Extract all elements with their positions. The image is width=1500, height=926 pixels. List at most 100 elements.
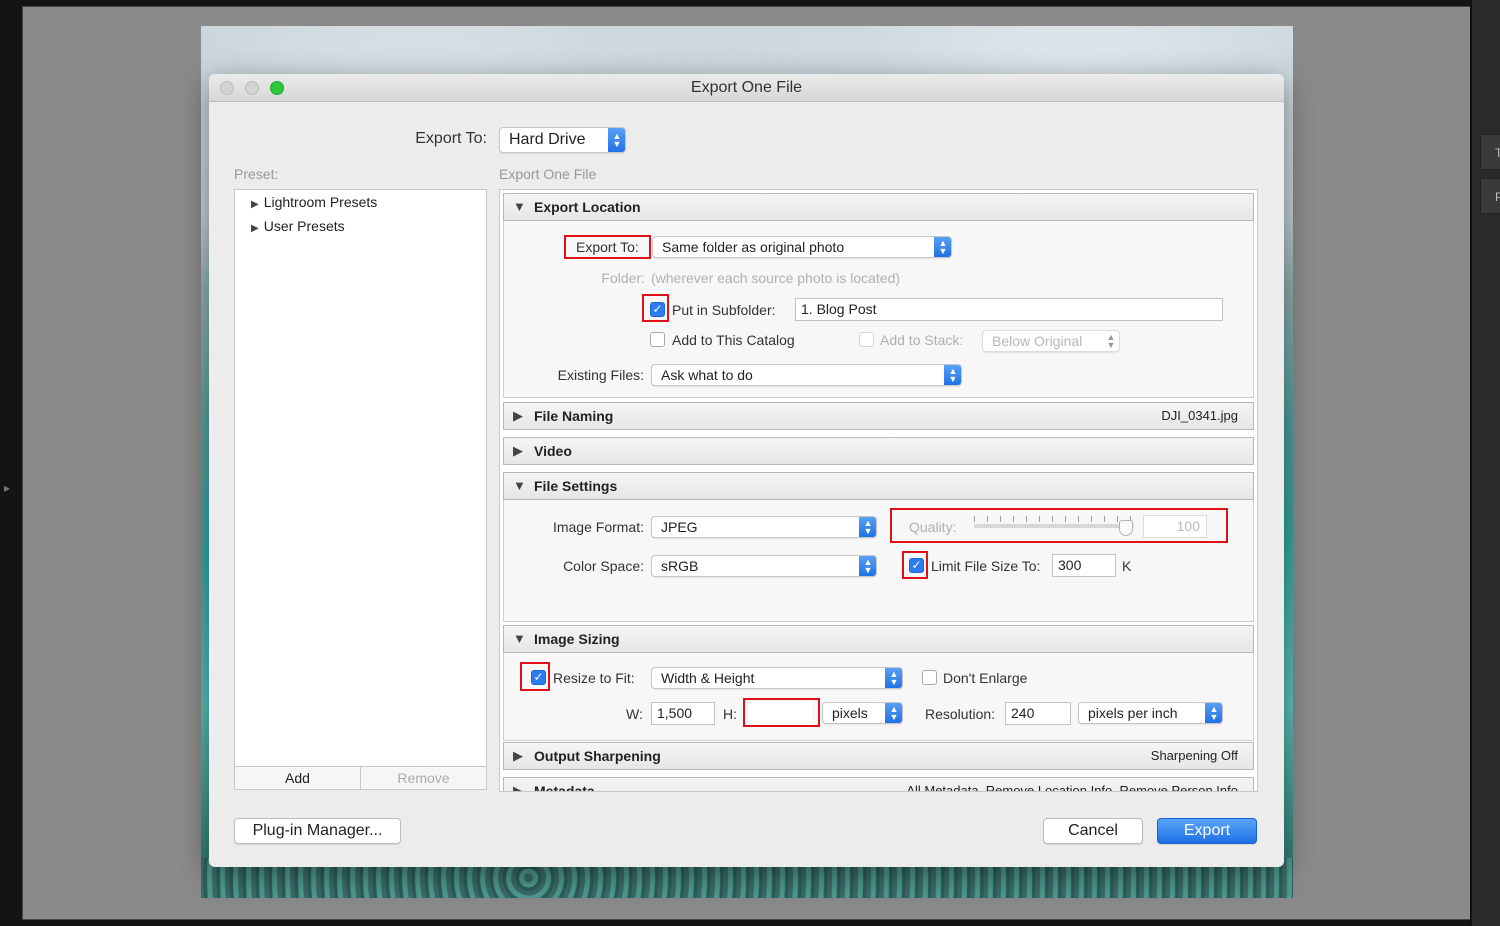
section-export-location[interactable]: ▼ Export Location <box>503 193 1254 221</box>
section-file-settings[interactable]: ▼ File Settings <box>503 472 1254 500</box>
quality-slider-ticks <box>974 516 1134 522</box>
section-summary: Sharpening Off <box>1150 748 1238 763</box>
existing-files-value: Ask what to do <box>661 367 753 383</box>
image-format-value: JPEG <box>661 519 698 535</box>
color-space-label: Color Space: <box>563 558 644 574</box>
width-field[interactable]: 1,500 <box>651 702 715 725</box>
plugin-manager-button[interactable]: Plug-in Manager... <box>234 818 401 844</box>
existing-files-label: Existing Files: <box>557 367 644 383</box>
disclosure-closed-icon: ▶ <box>513 443 523 458</box>
add-to-stack-label: Add to Stack: <box>880 332 964 348</box>
folder-value: (wherever each source photo is located) <box>651 270 901 286</box>
section-title: Export Location <box>534 199 641 215</box>
chevron-updown-icon: ▲ ▼ <box>859 517 876 537</box>
resolution-units-value: pixels per inch <box>1088 705 1178 721</box>
section-file-naming[interactable]: ▶ File Naming DJI_0341.jpg <box>503 402 1254 430</box>
checkmark-icon: ✓ <box>911 558 922 572</box>
resolution-units-select[interactable]: pixels per inch ▲ ▼ <box>1078 702 1223 724</box>
add-to-catalog-label: Add to This Catalog <box>672 332 795 348</box>
chevron-updown-icon: ▲ ▼ <box>934 237 951 257</box>
section-title: File Settings <box>534 478 618 494</box>
color-space-select[interactable]: sRGB ▲ ▼ <box>651 555 877 577</box>
disclosure-open-icon: ▼ <box>513 631 526 646</box>
right-panel-tab[interactable]: P <box>1480 178 1500 214</box>
right-panel-tab[interactable]: T <box>1480 134 1500 170</box>
remove-preset-button[interactable]: Remove <box>361 767 486 789</box>
section-image-sizing[interactable]: ▼ Image Sizing <box>503 625 1254 653</box>
limit-file-size-checkbox[interactable]: ✓ <box>909 558 924 573</box>
preset-folder-label: Lightroom Presets <box>263 194 378 210</box>
subfolder-name-field[interactable]: 1. Blog Post <box>795 298 1223 321</box>
location-select[interactable]: Same folder as original photo ▲ ▼ <box>652 236 952 258</box>
section-title: File Naming <box>534 408 614 424</box>
location-value: Same folder as original photo <box>662 239 845 255</box>
folder-label: Folder: <box>601 270 645 286</box>
preset-folder-lightroom[interactable]: ▶ Lightroom Presets <box>251 194 377 210</box>
height-field[interactable] <box>748 702 812 725</box>
export-button[interactable]: Export <box>1157 818 1257 844</box>
section-output-sharpening[interactable]: ▶ Output Sharpening Sharpening Off <box>503 742 1254 770</box>
dont-enlarge-checkbox[interactable] <box>922 670 937 685</box>
quality-slider[interactable] <box>974 524 1134 528</box>
right-panel-tab-label: P <box>1495 190 1500 204</box>
export-dialog: Export One File Export To: Hard Drive ▲ ▼… <box>209 74 1284 867</box>
checkmark-icon: ✓ <box>533 670 544 684</box>
disclosure-closed-icon: ▶ <box>513 783 523 792</box>
section-title: Output Sharpening <box>534 748 661 764</box>
section-video[interactable]: ▶ Video <box>503 437 1254 465</box>
quality-slider-thumb[interactable] <box>1119 520 1133 536</box>
preset-list: ▶ Lightroom Presets ▶ User Presets <box>234 189 487 790</box>
preset-label: Preset: <box>234 166 279 182</box>
size-units-value: pixels <box>832 705 868 721</box>
existing-files-select[interactable]: Ask what to do ▲ ▼ <box>651 364 962 386</box>
chevron-updown-icon: ▲ ▼ <box>885 703 902 723</box>
cancel-button[interactable]: Cancel <box>1043 818 1143 844</box>
image-format-label: Image Format: <box>552 519 644 535</box>
export-to-label: Export To: <box>415 130 487 147</box>
stack-position-select[interactable]: Below Original ▲ ▼ <box>982 330 1120 352</box>
chevron-updown-icon: ▲ ▼ <box>944 365 961 385</box>
left-panel-toggle-icon[interactable]: ▸ <box>4 480 14 496</box>
limit-file-size-field[interactable]: 300 <box>1052 554 1116 577</box>
chevron-updown-icon: ▲ ▼ <box>859 556 876 576</box>
resize-mode-value: Width & Height <box>661 670 755 686</box>
width-label: W: <box>626 706 643 722</box>
resolution-field[interactable]: 240 <box>1005 702 1071 725</box>
subfolder-checkbox[interactable]: ✓ <box>650 302 665 317</box>
chevron-updown-icon: ▲ ▼ <box>608 128 625 152</box>
disclosure-open-icon: ▼ <box>513 199 526 214</box>
preset-folder-user[interactable]: ▶ User Presets <box>251 218 345 234</box>
disclosure-triangle-icon: ▶ <box>251 199 259 210</box>
add-to-stack-checkbox[interactable] <box>859 332 874 347</box>
section-summary: All Metadata, Remove Location Info, Remo… <box>906 783 1238 792</box>
disclosure-triangle-icon: ▶ <box>251 223 259 234</box>
chevron-updown-icon: ▲ ▼ <box>885 668 902 688</box>
size-units-select[interactable]: pixels ▲ ▼ <box>822 702 903 724</box>
export-destination-value: Hard Drive <box>509 131 586 148</box>
disclosure-open-icon: ▼ <box>513 478 526 493</box>
quality-field[interactable]: 100 <box>1143 515 1207 538</box>
add-to-catalog-checkbox[interactable] <box>650 332 665 347</box>
dont-enlarge-label: Don't Enlarge <box>943 670 1028 686</box>
image-format-select[interactable]: JPEG ▲ ▼ <box>651 516 877 538</box>
resolution-label: Resolution: <box>925 706 996 722</box>
resize-to-fit-checkbox[interactable]: ✓ <box>531 670 546 685</box>
dialog-titlebar: Export One File <box>209 74 1284 102</box>
section-metadata[interactable]: ▶ Metadata All Metadata, Remove Location… <box>503 777 1254 792</box>
section-title: Image Sizing <box>534 631 620 647</box>
add-preset-button[interactable]: Add <box>235 767 361 789</box>
quality-label: Quality: <box>909 519 957 535</box>
section-summary: DJI_0341.jpg <box>1161 408 1238 423</box>
dialog-title: Export One File <box>690 79 803 96</box>
limit-file-size-label: Limit File Size To: <box>931 558 1041 574</box>
resize-mode-select[interactable]: Width & Height ▲ ▼ <box>651 667 903 689</box>
height-label: H: <box>723 706 737 722</box>
export-settings-panel: ▼ Export Location Export To: Same folder… <box>499 189 1258 792</box>
color-space-value: sRGB <box>661 558 699 574</box>
highlight-box <box>564 235 651 259</box>
preset-folder-label: User Presets <box>263 218 345 234</box>
export-destination-select[interactable]: Hard Drive ▲ ▼ <box>499 127 626 153</box>
right-panel-tab-label: T <box>1495 146 1500 160</box>
section-title: Video <box>534 443 572 459</box>
checkmark-icon: ✓ <box>652 302 663 316</box>
